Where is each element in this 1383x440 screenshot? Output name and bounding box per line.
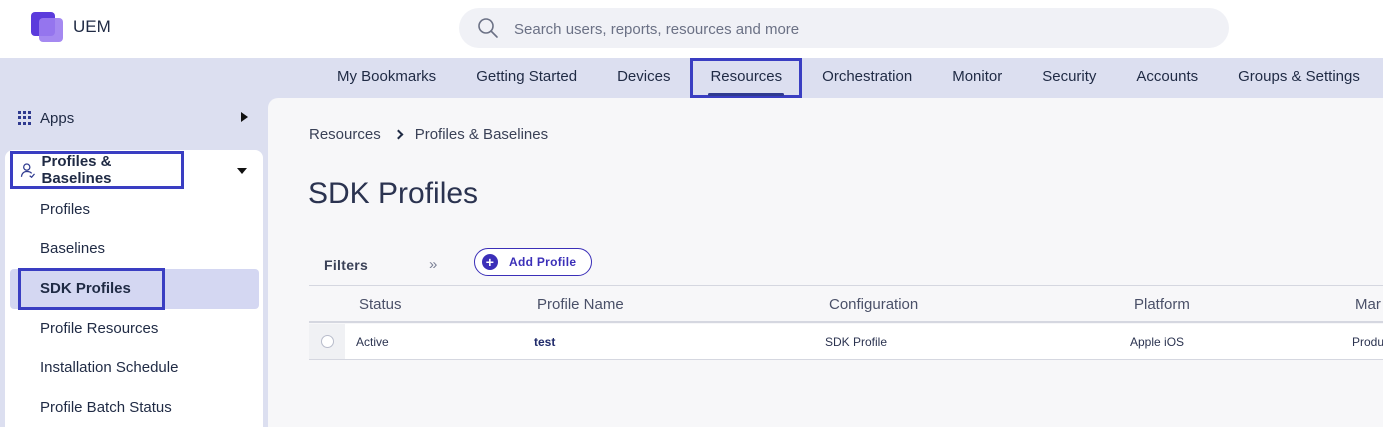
sidebar-item-installation-schedule[interactable]: Installation Schedule (40, 359, 178, 376)
table-row[interactable]: Active test SDK Profile Apple iOS Produ (309, 324, 1383, 360)
search-input[interactable] (514, 18, 1194, 40)
add-profile-button[interactable]: + Add Profile (474, 248, 592, 276)
sidebar-item-sdk-profiles[interactable]: SDK Profiles (18, 268, 165, 310)
cell-configuration: SDK Profile (825, 335, 888, 349)
sidebar-item-profiles[interactable]: Profiles (40, 201, 90, 218)
sidebar-item-apps[interactable]: Apps (18, 106, 258, 130)
column-header-managed[interactable]: Mar (1355, 296, 1381, 313)
cell-platform: Apple iOS (1130, 335, 1185, 349)
search-icon (478, 18, 498, 38)
top-navigation: My Bookmarks Getting Started Devices Res… (317, 58, 1380, 98)
collapse-down-icon[interactable] (237, 168, 247, 174)
filters-label[interactable]: Filters (324, 257, 368, 273)
tab-orchestration[interactable]: Orchestration (802, 58, 932, 98)
column-header-configuration[interactable]: Configuration (829, 296, 918, 313)
breadcrumb-resources[interactable]: Resources (309, 126, 381, 143)
sidebar-item-baselines[interactable]: Baselines (40, 240, 105, 257)
plus-icon: + (482, 254, 498, 270)
column-header-profile-name[interactable]: Profile Name (537, 296, 624, 313)
table-toolbar: Filters » + Add Profile (309, 248, 1383, 285)
cell-profile-name[interactable]: test (534, 335, 555, 349)
apps-grid-icon (18, 111, 32, 125)
column-header-platform[interactable]: Platform (1134, 296, 1190, 313)
tab-resources[interactable]: Resources (690, 58, 803, 98)
app-name: UEM (73, 17, 111, 36)
active-tab-underline (708, 93, 785, 96)
cell-managed: Produ (1352, 335, 1383, 349)
tab-devices[interactable]: Devices (597, 58, 690, 98)
tab-my-bookmarks[interactable]: My Bookmarks (317, 58, 456, 98)
expand-right-icon[interactable] (241, 112, 248, 122)
column-header-status[interactable]: Status (359, 296, 402, 313)
row-select-radio[interactable] (321, 335, 334, 348)
breadcrumb: Resources Profiles & Baselines (309, 126, 548, 143)
sidebar: Apps Profiles & Baselines Profiles Basel… (0, 98, 268, 440)
tab-monitor[interactable]: Monitor (932, 58, 1022, 98)
sidebar-item-profile-batch-status[interactable]: Profile Batch Status (40, 399, 172, 416)
search-bar[interactable] (459, 8, 1229, 48)
tab-groups-settings[interactable]: Groups & Settings (1218, 58, 1380, 98)
sidebar-apps-label: Apps (40, 109, 75, 127)
breadcrumb-current[interactable]: Profiles & Baselines (415, 126, 548, 143)
sidebar-group-profiles-baselines[interactable]: Profiles & Baselines (10, 151, 184, 189)
cell-status: Active (356, 335, 389, 349)
double-chevron-right-icon[interactable]: » (429, 256, 437, 273)
tab-getting-started[interactable]: Getting Started (456, 58, 597, 98)
uem-logo-icon[interactable] (31, 12, 63, 42)
profile-user-icon (20, 163, 35, 178)
table-header: Status Profile Name Configuration Platfo… (309, 285, 1383, 323)
page-title: SDK Profiles (308, 177, 479, 210)
top-bar: UEM (0, 0, 1383, 58)
tab-security[interactable]: Security (1022, 58, 1116, 98)
row-select-cell (309, 324, 345, 359)
chevron-right-icon (393, 129, 404, 140)
sidebar-group-label: Profiles & Baselines (41, 153, 112, 187)
tab-accounts[interactable]: Accounts (1116, 58, 1218, 98)
add-profile-label: Add Profile (509, 255, 577, 269)
sidebar-item-profile-resources[interactable]: Profile Resources (40, 320, 158, 337)
